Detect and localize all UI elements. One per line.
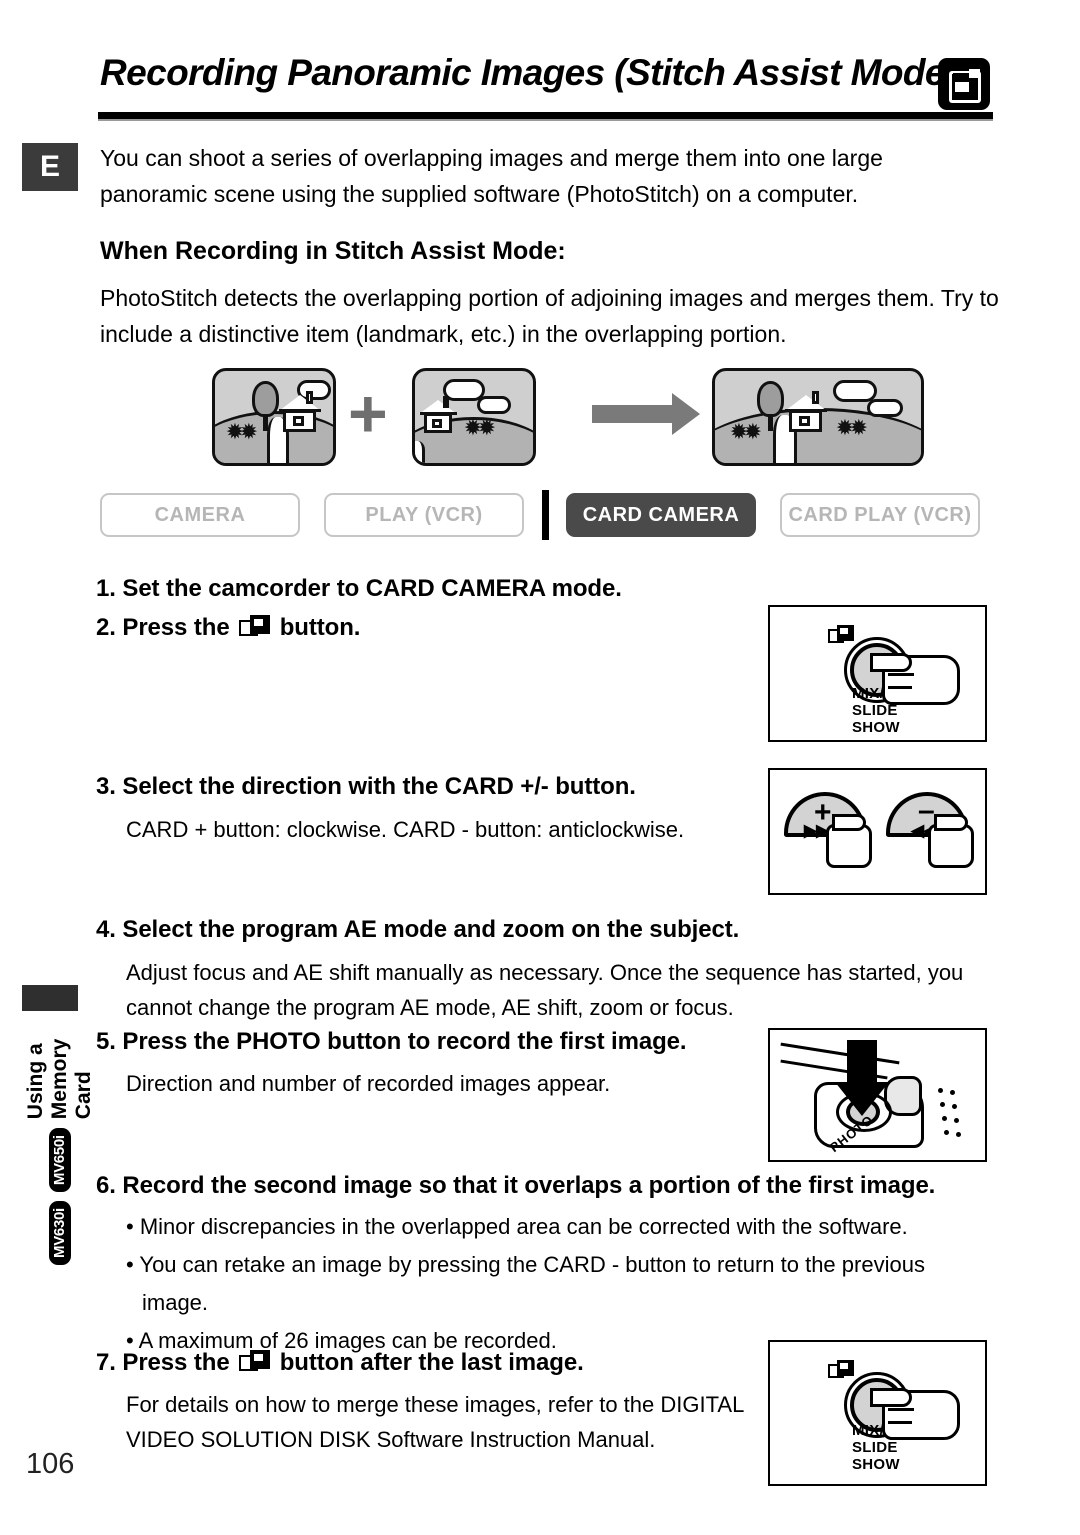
diagram-image-result: ✹✹ ✹✹ [712, 368, 924, 466]
index-finger-bottom [870, 1388, 912, 1407]
page-number: 106 [26, 1448, 75, 1480]
step-7-text-after: button after the last image. [279, 1349, 584, 1376]
step-3-text: Select the direction with the CARD +/- b… [122, 773, 636, 800]
step-2-text-after: button. [279, 614, 361, 641]
figure-stitch-icon-bottom [828, 1360, 854, 1379]
figure-mix-slide-show-bottom: MIX/ SLIDE SHOW [768, 1340, 987, 1486]
language-marker: E [22, 143, 78, 191]
step-6-text: Record the second image so that it overl… [122, 1172, 936, 1199]
diagram-image-a: ✹✹ [212, 368, 336, 466]
merge-arrow-head [672, 393, 700, 435]
mode-button-camera[interactable]: CAMERA [100, 493, 300, 537]
memory-card-icon [938, 58, 990, 110]
step-3-heading: 3. Select the direction with the CARD +/… [96, 773, 786, 801]
hand-crease-1 [888, 673, 914, 676]
merge-arrow-shaft [592, 405, 674, 423]
title-divider [98, 112, 993, 121]
plus-symbol: + [348, 376, 388, 452]
step-2-number: 2. [96, 614, 116, 641]
mode-group-divider [542, 490, 549, 540]
step-4-text: Select the program AE mode and zoom on t… [122, 916, 740, 943]
mode-button-card-play-vcr[interactable]: CARD PLAY (VCR) [780, 493, 980, 537]
side-tab: Using a Memory Card MV650i MV630i [24, 1005, 95, 1265]
step-6-heading: 6. Record the second image so that it ov… [96, 1172, 996, 1200]
stitch-assist-icon-step7 [239, 1350, 271, 1373]
step-6-bullets: • Minor discrepancies in the overlapped … [126, 1208, 986, 1360]
step-3-body: CARD + button: clockwise. CARD - button:… [126, 817, 685, 842]
stitch-diagram: ✹✹ + ✹✹ ✹✹ ✹✹ [0, 358, 1080, 473]
step-4-heading: 4. Select the program AE mode and zoom o… [96, 916, 976, 944]
mode-button-card-camera[interactable]: CARD CAMERA [566, 493, 756, 537]
step-7-heading: 7. Press the button after the last image… [96, 1349, 786, 1377]
step-7-body: For details on how to merge these images… [126, 1392, 744, 1452]
fast-forward-icon: ▶▶ [804, 821, 829, 840]
hand-crease-2-bottom [888, 1421, 912, 1424]
index-finger [870, 653, 912, 672]
hand-crease-2 [888, 686, 912, 689]
step-1-number: 1. [96, 575, 116, 602]
side-tab-label: Using a Memory Card [24, 1038, 95, 1120]
step-5-number: 5. [96, 1028, 116, 1055]
step-5-body: Direction and number of recorded images … [126, 1071, 611, 1096]
step-5-text: Press the PHOTO button to record the fir… [122, 1028, 687, 1055]
mode-button-play-vcr[interactable]: PLAY (VCR) [324, 493, 524, 537]
step-4-number: 4. [96, 916, 116, 943]
step-6-number: 6. [96, 1172, 116, 1199]
hand-crease-1-bottom [888, 1408, 914, 1411]
diagram-image-b: ✹✹ [412, 368, 536, 466]
step-1-heading: 1. Set the camcorder to CARD CAMERA mode… [96, 575, 776, 603]
stitch-assist-icon [239, 615, 271, 638]
figure-stitch-icon [828, 625, 854, 644]
mode-button-row: CAMERA PLAY (VCR) CARD CAMERA CARD PLAY … [0, 490, 1080, 541]
step-2-text-before: Press the [122, 614, 230, 641]
section-body: PhotoStitch detects the overlapping port… [100, 285, 999, 347]
figure-photo-button: PHOTO [768, 1028, 987, 1162]
intro-paragraph: You can shoot a series of overlapping im… [100, 145, 883, 207]
step-6-bullet-1: • Minor discrepancies in the overlapped … [126, 1214, 908, 1239]
page-title: Recording Panoramic Images (Stitch Assis… [100, 52, 957, 93]
step-1-text: Set the camcorder to CARD CAMERA mode. [122, 575, 622, 602]
step-7-text-before: Press the [122, 1349, 230, 1376]
step-5-heading: 5. Press the PHOTO button to record the … [96, 1028, 786, 1056]
step-2-heading: 2. Press the button. [96, 614, 776, 642]
figure-card-plus-minus: + ▶▶ – ◀◀ [768, 768, 987, 895]
step-3-number: 3. [96, 773, 116, 800]
index-finger-plus [832, 814, 866, 831]
side-tab-badge-mv630i: MV630i [49, 1201, 71, 1265]
figure-mix-slide-show-top: MIX/ SLIDE SHOW [768, 605, 987, 742]
step-7-number: 7. [96, 1349, 116, 1376]
side-tab-badge-mv650i: MV650i [49, 1128, 71, 1193]
index-finger-minus [934, 814, 968, 831]
step-4-body: Adjust focus and AE shift manually as ne… [126, 960, 964, 1020]
camcorder-edge-1 [780, 1042, 900, 1065]
press-arrow-head [835, 1082, 889, 1116]
section-subheading: When Recording in Stitch Assist Mode: [100, 237, 566, 265]
press-arrow-shaft [847, 1040, 877, 1086]
step-6-bullet-2: • You can retake an image by pressing th… [126, 1252, 925, 1315]
